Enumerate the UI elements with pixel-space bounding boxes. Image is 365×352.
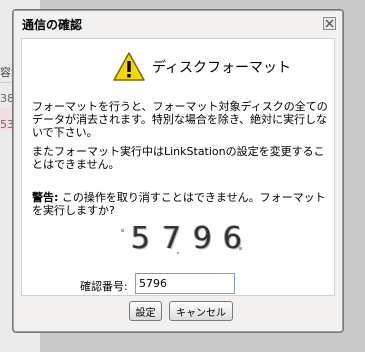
ok-button[interactable]: 設定	[129, 301, 162, 321]
confirm-code-input[interactable]	[135, 273, 235, 294]
captcha-digit: 9	[193, 221, 214, 256]
dialog-heading: ディスクフォーマット	[112, 49, 291, 85]
captcha-noise	[121, 229, 124, 232]
dialog-button-row: 設定 キャンセル	[14, 301, 342, 323]
warning-text: この操作を取り消すことはできません。フォーマットを実行しますか?	[32, 191, 326, 217]
confirm-dialog: 通信の確認 ディスクフォーマット フォーマットを行うと、フォーマット対象ディスク…	[13, 10, 343, 332]
cancel-button[interactable]: キャンセル	[169, 301, 233, 321]
dialog-title: 通信の確認	[22, 18, 83, 32]
captcha-digit: 6	[223, 221, 244, 256]
dialog-content: ディスクフォーマット フォーマットを行うと、フォーマット対象ディスクの全てのデー…	[21, 38, 335, 296]
confirm-code-label: 確認番号:	[80, 280, 128, 293]
captcha-digit: 5	[131, 221, 152, 256]
warning-label: 警告:	[32, 191, 59, 204]
warning-icon	[113, 52, 145, 81]
settings-lock-note: またフォーマット実行中はLinkStationの設定を変更することはできません。	[32, 145, 325, 171]
dialog-title-bar[interactable]: 通信の確認	[14, 11, 342, 35]
captcha-digit: 7	[162, 221, 183, 256]
close-button[interactable]	[323, 17, 336, 30]
dialog-heading-text: ディスクフォーマット	[152, 60, 292, 76]
close-icon	[325, 19, 334, 28]
warning-message: 警告: この操作を取り消すことはできません。フォーマットを実行しますか?	[32, 191, 328, 217]
confirmation-code-image: 5 7 9 6	[117, 219, 252, 257]
format-description: フォーマットを行うと、フォーマット対象ディスクの全てのデータが消去されます。特別…	[32, 100, 328, 139]
